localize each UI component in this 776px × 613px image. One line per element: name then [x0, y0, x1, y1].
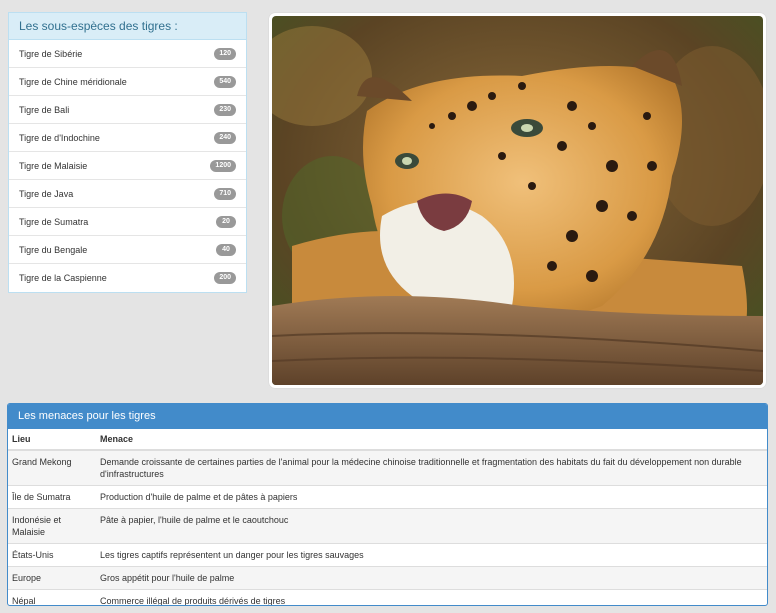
count-badge: 200	[214, 272, 236, 284]
place-cell: Népal	[8, 589, 96, 605]
table-row: Île de Sumatra Production d'huile de pal…	[8, 485, 767, 509]
list-item[interactable]: Tigre de Sibérie 120	[9, 40, 246, 68]
table-header-row: Lieu Menace	[8, 429, 767, 451]
place-cell: Île de Sumatra	[8, 485, 96, 509]
threats-panel: Les menaces pour les tigres Lieu Menace …	[7, 403, 768, 606]
table-row: Europe Gros appétit pour l'huile de palm…	[8, 566, 767, 590]
place-cell: Indonésie et Malaisie	[8, 508, 96, 544]
list-item-label: Tigre de Sibérie	[19, 48, 83, 59]
jaguar-image	[272, 16, 763, 385]
threats-table: Lieu Menace Grand Mekong Demande croissa…	[8, 429, 767, 605]
list-item[interactable]: Tigre de Sumatra 20	[9, 208, 246, 236]
place-cell: Europe	[8, 566, 96, 590]
threat-cell: Les tigres captifs représentent un dange…	[96, 543, 767, 567]
threat-cell: Gros appétit pour l'huile de palme	[96, 566, 767, 590]
list-item[interactable]: Tigre de d'Indochine 240	[9, 124, 246, 152]
place-cell: États-Unis	[8, 543, 96, 567]
list-item[interactable]: Tigre de Chine méridionale 540	[9, 68, 246, 96]
threat-cell: Pâte à papier, l'huile de palme et le ca…	[96, 508, 767, 544]
subspecies-panel: Les sous-espèces des tigres : Tigre de S…	[8, 12, 247, 293]
list-item[interactable]: Tigre de Bali 230	[9, 96, 246, 124]
list-item[interactable]: Tigre de Java 710	[9, 180, 246, 208]
list-item-label: Tigre de Sumatra	[19, 216, 89, 227]
list-item-label: Tigre de Chine méridionale	[19, 76, 127, 87]
count-badge: 1200	[210, 159, 236, 172]
list-item[interactable]: Tigre du Bengale 40	[9, 236, 246, 264]
count-badge: 540	[214, 75, 236, 88]
count-badge: 120	[214, 47, 236, 60]
count-badge: 230	[214, 103, 236, 116]
count-badge: 710	[214, 187, 236, 200]
threat-cell: Demande croissante de certaines parties …	[96, 449, 767, 486]
threat-cell: Production d'huile de palme et de pâtes …	[96, 485, 767, 509]
list-item-label: Tigre de Malaisie	[19, 160, 88, 171]
table-row: Népal Commerce illégal de produits dériv…	[8, 589, 767, 605]
list-item-label: Tigre de Java	[19, 188, 74, 199]
list-item-label: Tigre de Bali	[19, 104, 70, 115]
subspecies-title: Les sous-espèces des tigres :	[9, 13, 246, 40]
column-header-threat: Menace	[96, 429, 767, 451]
table-row: Indonésie et Malaisie Pâte à papier, l'h…	[8, 508, 767, 544]
jaguar-photo	[269, 13, 766, 388]
column-header-place: Lieu	[8, 429, 96, 451]
count-badge: 240	[214, 131, 236, 144]
subspecies-list: Tigre de Sibérie 120 Tigre de Chine mérid…	[9, 40, 246, 292]
place-cell: Grand Mekong	[8, 449, 96, 486]
list-item[interactable]: Tigre de la Caspienne 200	[9, 264, 246, 292]
threats-title: Les menaces pour les tigres	[8, 404, 767, 429]
count-badge: 40	[216, 243, 236, 256]
threat-cell: Commerce illégal de produits dérivés de …	[96, 589, 767, 605]
list-item-label: Tigre de la Caspienne	[19, 273, 107, 283]
table-row: États-Unis Les tigres captifs représente…	[8, 543, 767, 567]
list-item[interactable]: Tigre de Malaisie 1200	[9, 152, 246, 180]
list-item-label: Tigre de d'Indochine	[19, 132, 100, 143]
list-item-label: Tigre du Bengale	[19, 244, 88, 255]
count-badge: 20	[216, 215, 236, 228]
table-row: Grand Mekong Demande croissante de certa…	[8, 449, 767, 486]
